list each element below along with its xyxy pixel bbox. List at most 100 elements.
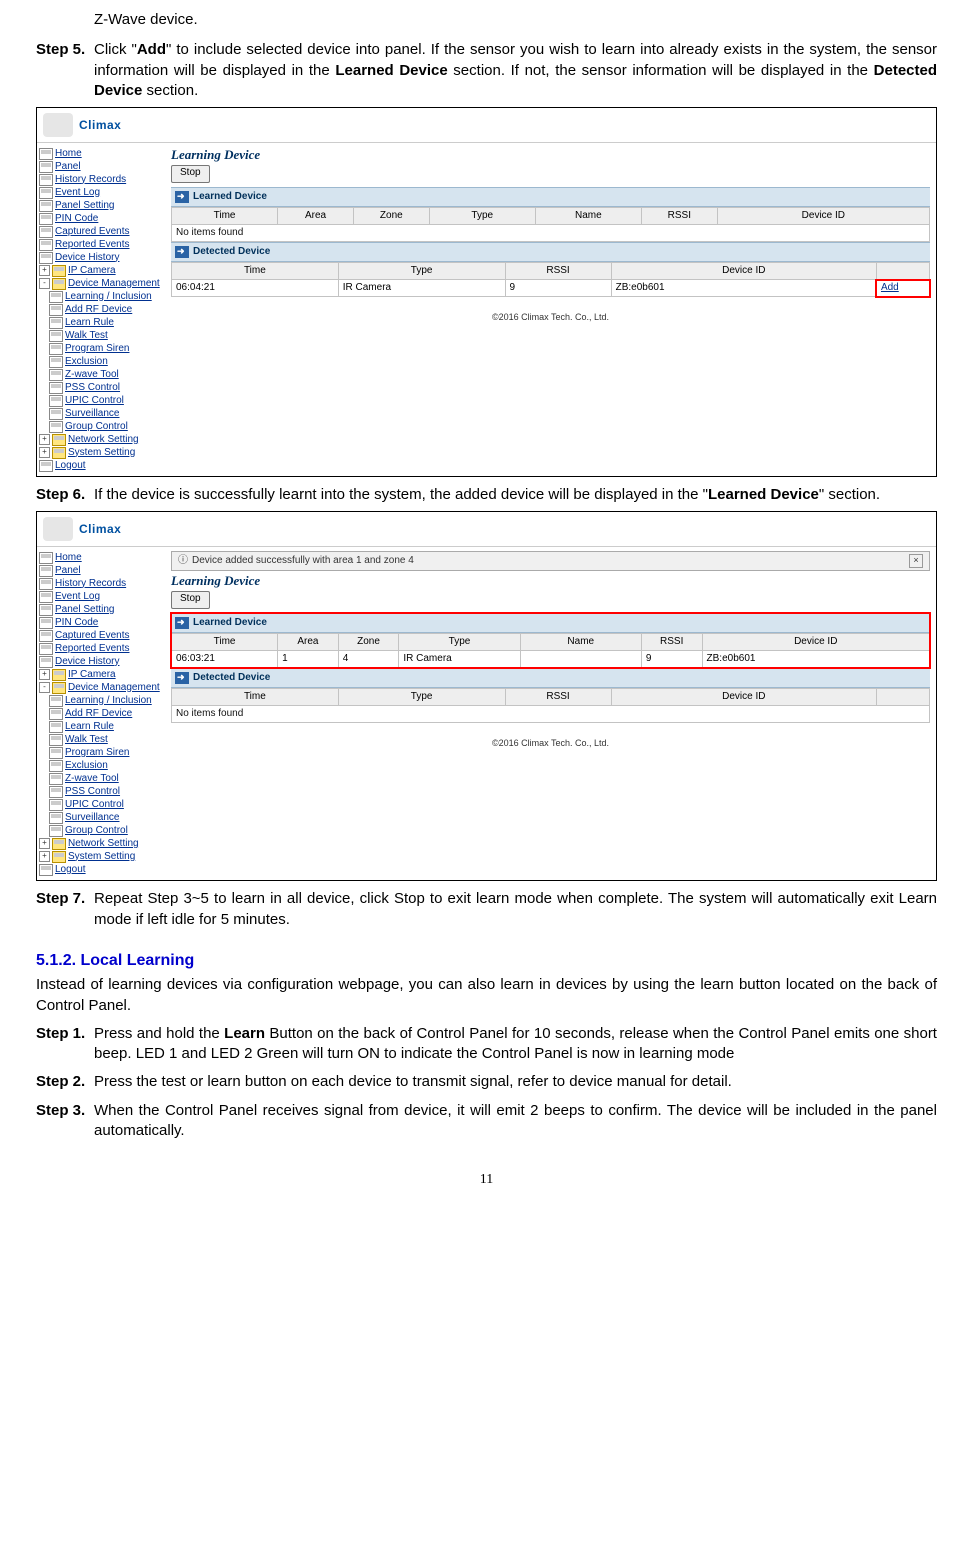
nav-learnrule[interactable]: Learn Rule xyxy=(65,721,114,733)
bold-learned: Learned Device xyxy=(708,486,819,503)
nav-learning[interactable]: Learning / Inclusion xyxy=(65,695,152,707)
fragment-top: Z-Wave device. xyxy=(94,10,937,30)
nav-devicemgmt[interactable]: Device Management xyxy=(68,278,160,290)
local-step-1: Step 1. Press and hold the Learn Button … xyxy=(36,1024,937,1065)
stop-button[interactable]: Stop xyxy=(171,591,210,609)
arrow-icon xyxy=(175,191,189,203)
logo-bar: Climax xyxy=(37,512,936,547)
nav-eventlog[interactable]: Event Log xyxy=(55,591,100,603)
nav-eventlog[interactable]: Event Log xyxy=(55,187,100,199)
nav-walktest[interactable]: Walk Test xyxy=(65,330,108,342)
th-devid: Device ID xyxy=(717,208,929,225)
nav-devicehist[interactable]: Device History xyxy=(55,252,119,264)
step-6-text: If the device is successfully learnt int… xyxy=(94,485,937,505)
step-5-text: Click "Add" to include selected device i… xyxy=(94,40,937,101)
cell-time: 06:03:21 xyxy=(172,651,278,668)
local-step-3: Step 3. When the Control Panel receives … xyxy=(36,1101,937,1142)
no-items: No items found xyxy=(172,706,930,723)
detected-table: Time Type RSSI Device ID 06:04:21 IR Cam… xyxy=(171,262,930,297)
nav-history[interactable]: History Records xyxy=(55,578,126,590)
nav-pin[interactable]: PIN Code xyxy=(55,617,98,629)
sidebar: Home Panel History Records Event Log Pan… xyxy=(37,547,167,880)
nav-reported[interactable]: Reported Events xyxy=(55,239,130,251)
nav-panel[interactable]: Panel xyxy=(55,565,81,577)
nav-addrf[interactable]: Add RF Device xyxy=(65,708,132,720)
th-blank xyxy=(876,263,929,280)
nav-ipcamera[interactable]: IP Camera xyxy=(68,669,116,681)
cell-type: IR Camera xyxy=(399,651,520,668)
nav-captured[interactable]: Captured Events xyxy=(55,226,130,238)
cell-area: 1 xyxy=(278,651,339,668)
nav-panelsetting[interactable]: Panel Setting xyxy=(55,604,115,616)
step-5: Step 5. Click "Add" to include selected … xyxy=(36,40,937,101)
nav-pss[interactable]: PSS Control xyxy=(65,786,120,798)
nav-group[interactable]: Group Control xyxy=(65,421,128,433)
nav-reported[interactable]: Reported Events xyxy=(55,643,130,655)
nav-ipcamera[interactable]: IP Camera xyxy=(68,265,116,277)
nav-learnrule[interactable]: Learn Rule xyxy=(65,317,114,329)
nav-exclusion[interactable]: Exclusion xyxy=(65,760,108,772)
nav-logout[interactable]: Logout xyxy=(55,460,86,472)
learned-table: Time Area Zone Type Name RSSI Device ID … xyxy=(171,633,930,668)
nav-panel[interactable]: Panel xyxy=(55,161,81,173)
expand-icon[interactable]: + xyxy=(39,669,50,680)
learned-band: Learned Device xyxy=(171,187,930,207)
nav-exclusion[interactable]: Exclusion xyxy=(65,356,108,368)
th-time: Time xyxy=(172,689,339,706)
nav-captured[interactable]: Captured Events xyxy=(55,630,130,642)
nav-history[interactable]: History Records xyxy=(55,174,126,186)
nav-upic[interactable]: UPIC Control xyxy=(65,395,124,407)
nav-devicemgmt[interactable]: Device Management xyxy=(68,682,160,694)
nav-home[interactable]: Home xyxy=(55,552,82,564)
stop-button[interactable]: Stop xyxy=(171,165,210,183)
nav-siren[interactable]: Program Siren xyxy=(65,343,129,355)
nav-pss[interactable]: PSS Control xyxy=(65,382,120,394)
nav-zwave[interactable]: Z-wave Tool xyxy=(65,369,119,381)
t: Press and hold the xyxy=(94,1025,224,1042)
add-link[interactable]: Add xyxy=(881,282,899,293)
main-panel: Learning Device Stop Learned Device Time… xyxy=(167,143,936,476)
nav-system[interactable]: System Setting xyxy=(68,851,135,863)
th-type: Type xyxy=(338,689,505,706)
collapse-icon[interactable]: - xyxy=(39,278,50,289)
nav-logout[interactable]: Logout xyxy=(55,864,86,876)
nav-upic[interactable]: UPIC Control xyxy=(65,799,124,811)
step-6-label: Step 6. xyxy=(36,485,94,505)
nav-surv[interactable]: Surveillance xyxy=(65,408,119,420)
nav-network[interactable]: Network Setting xyxy=(68,434,139,446)
cell-name xyxy=(520,651,641,668)
nav-learning[interactable]: Learning / Inclusion xyxy=(65,291,152,303)
expand-icon[interactable]: + xyxy=(39,838,50,849)
page-number: 11 xyxy=(36,1171,937,1190)
expand-icon[interactable]: + xyxy=(39,265,50,276)
nav-system[interactable]: System Setting xyxy=(68,447,135,459)
nav-walktest[interactable]: Walk Test xyxy=(65,734,108,746)
nav-network[interactable]: Network Setting xyxy=(68,838,139,850)
nav-siren[interactable]: Program Siren xyxy=(65,747,129,759)
expand-icon[interactable]: + xyxy=(39,434,50,445)
arrow-icon xyxy=(175,672,189,684)
nav-surv[interactable]: Surveillance xyxy=(65,812,119,824)
nav-panelsetting[interactable]: Panel Setting xyxy=(55,200,115,212)
highlight-learned: Learned Device Time Area Zone Type Name … xyxy=(171,613,930,668)
th-time: Time xyxy=(172,263,339,280)
t: section. If not, the sensor information … xyxy=(448,62,874,79)
step-7-label: Step 7. xyxy=(36,889,94,930)
step-7-text: Repeat Step 3~5 to learn in all device, … xyxy=(94,889,937,930)
logo-text: Climax xyxy=(79,523,121,535)
footer-copyright: ©2016 Climax Tech. Co., Ltd. xyxy=(171,737,930,749)
screenshot-2: Climax Home Panel History Records Event … xyxy=(36,511,937,881)
nav-home[interactable]: Home xyxy=(55,148,82,160)
nav-addrf[interactable]: Add RF Device xyxy=(65,304,132,316)
close-icon[interactable]: × xyxy=(909,554,923,568)
nav-devicehist[interactable]: Device History xyxy=(55,656,119,668)
expand-icon[interactable]: + xyxy=(39,851,50,862)
expand-icon[interactable]: + xyxy=(39,447,50,458)
th-devid: Device ID xyxy=(702,634,929,651)
info-icon: ⓘ xyxy=(178,555,188,567)
nav-zwave[interactable]: Z-wave Tool xyxy=(65,773,119,785)
collapse-icon[interactable]: - xyxy=(39,682,50,693)
nav-group[interactable]: Group Control xyxy=(65,825,128,837)
nav-pin[interactable]: PIN Code xyxy=(55,213,98,225)
cell-rssi: 9 xyxy=(641,651,702,668)
